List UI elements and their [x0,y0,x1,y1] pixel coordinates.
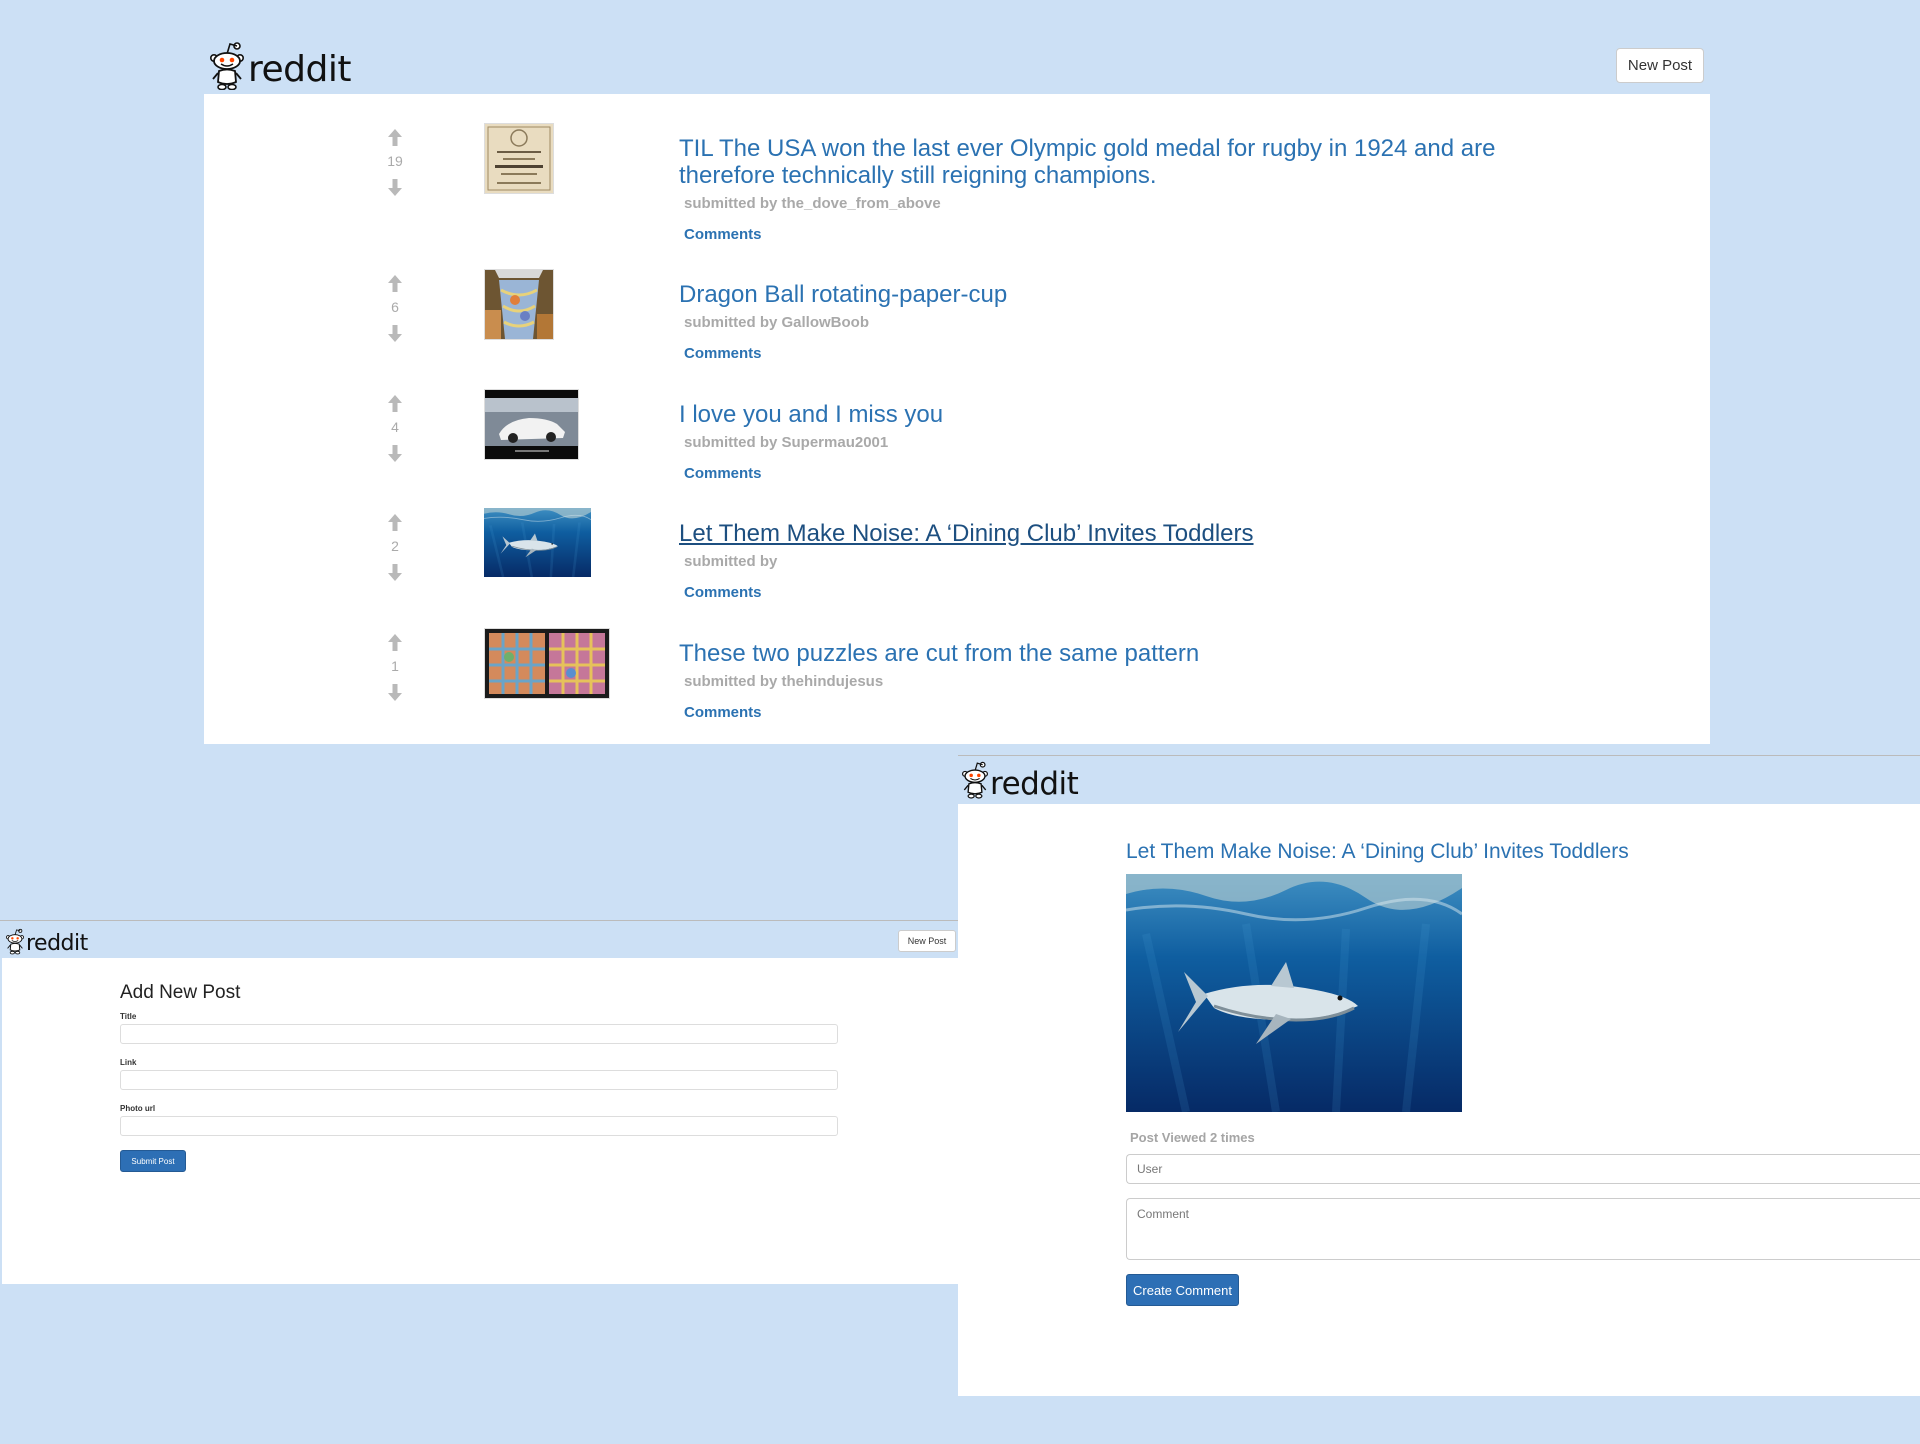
post-title-link[interactable]: I love you and I miss you [679,401,1579,428]
upvote-icon[interactable] [388,129,402,146]
post-submitter: submitted by [684,553,778,570]
post-title-link[interactable]: Let Them Make Noise: A ‘Dining Club’ Inv… [679,520,1579,547]
upvote-icon[interactable] [388,395,402,412]
list-item: 4 I love you and I miss you submitted by… [204,389,1710,515]
downvote-icon[interactable] [388,564,402,581]
new-post-button[interactable]: New Post [1616,48,1704,83]
post-detail-screenshot: reddit Let Them Make Noise: A ‘Dining Cl… [958,752,1920,1396]
post-thumbnail[interactable] [484,508,591,577]
link-label: Link [120,1058,137,1067]
post-title-link[interactable]: These two puzzles are cut from the same … [679,640,1579,667]
logo-text: reddit [990,766,1079,802]
shark-image [484,508,591,577]
listing-screenshot: reddit New Post 19 TIL The USA won the l… [0,0,1920,760]
photo-url-label: Photo url [120,1104,156,1113]
user-input[interactable] [1126,1154,1920,1184]
post-thumbnail[interactable] [484,628,610,699]
post-score: 19 [387,153,403,169]
comments-link[interactable]: Comments [684,345,762,362]
downvote-icon[interactable] [388,179,402,196]
list-item: 6 Dragon Ball rotating-paper-cup submitt… [204,269,1710,395]
upvote-icon[interactable] [388,514,402,531]
divider [0,920,958,921]
photo-url-input[interactable] [120,1116,838,1136]
reddit-alien-icon [6,928,24,955]
post-thumbnail[interactable] [484,389,579,460]
post-submitter: submitted by thehindujesus [684,673,884,690]
add-post-form: Add New Post Title Link Photo url Submit… [2,958,958,1284]
upvote-icon[interactable] [388,634,402,651]
reddit-logo[interactable]: reddit [210,42,351,90]
list-item: 19 TIL The USA won the last ever Olympic… [204,123,1710,249]
vote-column: 19 [380,129,410,196]
upvote-icon[interactable] [388,275,402,292]
post-submitter: submitted by Supermau2001 [684,434,889,451]
post-score: 1 [391,658,399,674]
vote-column: 6 [380,275,410,342]
post-thumbnail[interactable] [484,123,554,194]
shark-image [1126,874,1462,1112]
post-image [1126,874,1462,1112]
reddit-logo[interactable]: reddit [6,928,88,955]
puzzles-image [485,629,609,698]
reddit-logo[interactable]: reddit [962,760,1079,802]
comments-link[interactable]: Comments [684,465,762,482]
list-item: 2 Let Them Make Noise: A ‘Dining Club’ I… [204,514,1710,634]
post-score: 2 [391,538,399,554]
create-comment-button[interactable]: Create Comment [1126,1274,1239,1306]
post-submitter: submitted by GallowBoob [684,314,870,331]
post-thumbnail[interactable] [484,269,554,340]
post-score: 4 [391,419,399,435]
post-detail: Let Them Make Noise: A ‘Dining Club’ Inv… [958,804,1920,1396]
paper-cup-image [485,270,553,339]
post-title-link[interactable]: Dragon Ball rotating-paper-cup [679,281,1579,308]
post-score: 6 [391,299,399,315]
list-item: 1 These two puzzles are cut from the sam… [204,628,1710,754]
reddit-alien-icon [210,42,244,90]
downvote-icon[interactable] [388,325,402,342]
divider [958,755,1920,756]
vote-column: 2 [380,514,410,581]
comments-link[interactable]: Comments [684,584,762,601]
post-submitter: submitted by the_dove_from_above [684,195,941,212]
vote-column: 1 [380,634,410,701]
post-title-link[interactable]: TIL The USA won the last ever Olympic go… [679,135,1579,189]
submit-post-button[interactable]: Submit Post [120,1150,186,1172]
post-title-link[interactable]: Let Them Make Noise: A ‘Dining Club’ Inv… [1126,840,1629,864]
downvote-icon[interactable] [388,684,402,701]
form-heading: Add New Post [120,982,241,1003]
view-count: Post Viewed 2 times [1130,1130,1255,1145]
logo-text: reddit [248,49,351,90]
title-input[interactable] [120,1024,838,1044]
title-label: Title [120,1012,137,1021]
comments-link[interactable]: Comments [684,704,762,721]
add-post-screenshot: reddit New Post Add New Post Title Link … [0,920,958,1284]
vote-column: 4 [380,395,410,462]
rugby-program-image [485,124,553,193]
link-input[interactable] [120,1070,838,1090]
white-car-image [485,390,578,459]
reddit-alien-icon [962,760,988,800]
post-list: 19 TIL The USA won the last ever Olympic… [204,94,1710,744]
new-post-button[interactable]: New Post [898,930,956,952]
comments-link[interactable]: Comments [684,226,762,243]
comment-input[interactable] [1126,1198,1920,1260]
downvote-icon[interactable] [388,445,402,462]
logo-text: reddit [26,931,88,956]
